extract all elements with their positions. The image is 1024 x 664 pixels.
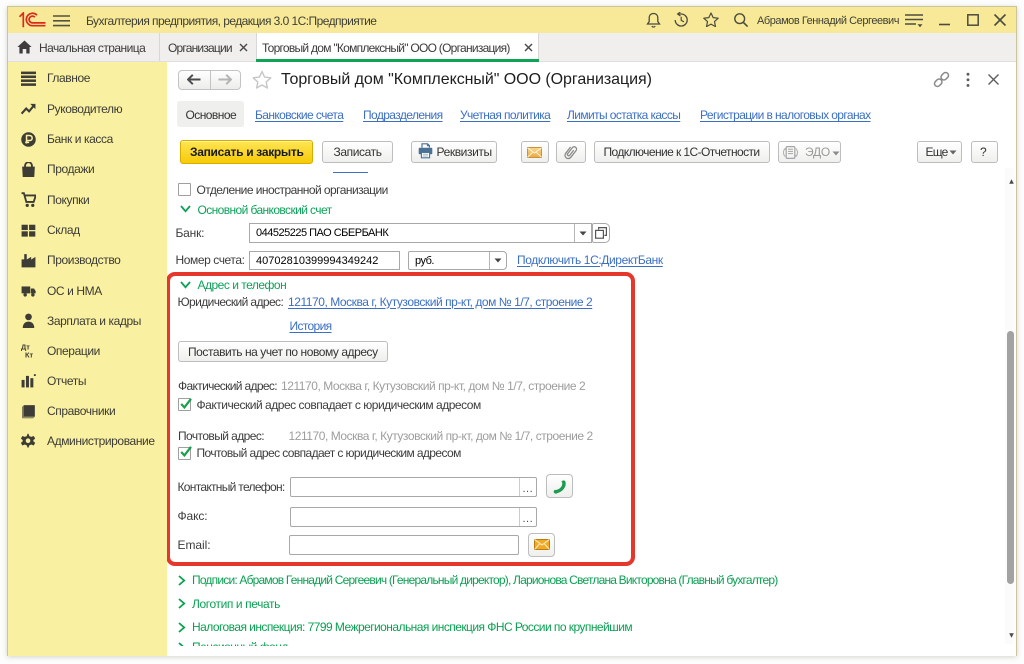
svg-text:Кт: Кт — [25, 350, 34, 358]
